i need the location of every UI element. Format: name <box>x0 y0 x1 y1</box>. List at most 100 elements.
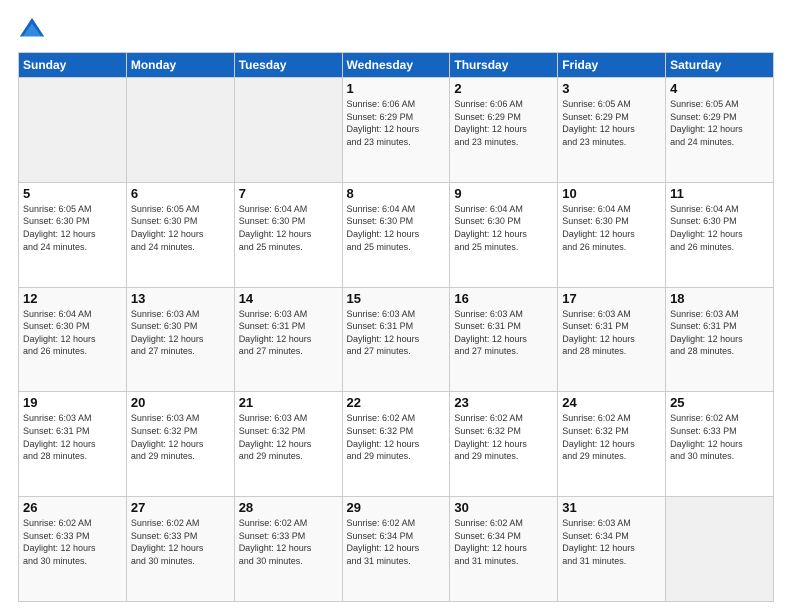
day-cell: 16 Sunrise: 6:03 AM Sunset: 6:31 PM Dayli… <box>450 287 558 392</box>
day-info: Sunrise: 6:02 AM Sunset: 6:33 PM Dayligh… <box>239 517 338 567</box>
week-row-3: 12 Sunrise: 6:04 AM Sunset: 6:30 PM Dayli… <box>19 287 774 392</box>
day-cell: 24 Sunrise: 6:02 AM Sunset: 6:32 PM Dayli… <box>558 392 666 497</box>
day-info: Sunrise: 6:03 AM Sunset: 6:31 PM Dayligh… <box>670 308 769 358</box>
day-number: 20 <box>131 395 230 410</box>
week-row-4: 19 Sunrise: 6:03 AM Sunset: 6:31 PM Dayli… <box>19 392 774 497</box>
weekday-monday: Monday <box>126 53 234 78</box>
header <box>18 16 774 44</box>
weekday-thursday: Thursday <box>450 53 558 78</box>
day-cell: 7 Sunrise: 6:04 AM Sunset: 6:30 PM Daylig… <box>234 182 342 287</box>
day-cell: 19 Sunrise: 6:03 AM Sunset: 6:31 PM Dayli… <box>19 392 127 497</box>
day-cell: 18 Sunrise: 6:03 AM Sunset: 6:31 PM Dayli… <box>666 287 774 392</box>
day-number: 29 <box>347 500 446 515</box>
day-number: 31 <box>562 500 661 515</box>
day-cell: 1 Sunrise: 6:06 AM Sunset: 6:29 PM Daylig… <box>342 78 450 183</box>
day-cell: 26 Sunrise: 6:02 AM Sunset: 6:33 PM Dayli… <box>19 497 127 602</box>
day-number: 4 <box>670 81 769 96</box>
day-info: Sunrise: 6:02 AM Sunset: 6:32 PM Dayligh… <box>562 412 661 462</box>
day-number: 17 <box>562 291 661 306</box>
calendar-table: SundayMondayTuesdayWednesdayThursdayFrid… <box>18 52 774 602</box>
day-number: 8 <box>347 186 446 201</box>
day-cell: 29 Sunrise: 6:02 AM Sunset: 6:34 PM Dayli… <box>342 497 450 602</box>
week-row-2: 5 Sunrise: 6:05 AM Sunset: 6:30 PM Daylig… <box>19 182 774 287</box>
day-number: 28 <box>239 500 338 515</box>
day-number: 9 <box>454 186 553 201</box>
day-number: 18 <box>670 291 769 306</box>
day-number: 23 <box>454 395 553 410</box>
day-number: 26 <box>23 500 122 515</box>
day-cell: 25 Sunrise: 6:02 AM Sunset: 6:33 PM Dayli… <box>666 392 774 497</box>
day-info: Sunrise: 6:04 AM Sunset: 6:30 PM Dayligh… <box>670 203 769 253</box>
day-info: Sunrise: 6:03 AM Sunset: 6:31 PM Dayligh… <box>454 308 553 358</box>
day-number: 3 <box>562 81 661 96</box>
weekday-sunday: Sunday <box>19 53 127 78</box>
day-number: 7 <box>239 186 338 201</box>
day-info: Sunrise: 6:03 AM Sunset: 6:34 PM Dayligh… <box>562 517 661 567</box>
day-info: Sunrise: 6:03 AM Sunset: 6:30 PM Dayligh… <box>131 308 230 358</box>
page: SundayMondayTuesdayWednesdayThursdayFrid… <box>0 0 792 612</box>
day-cell: 8Sunrise: 6:04 AM Sunset: 6:30 PM Daylig… <box>342 182 450 287</box>
day-info: Sunrise: 6:04 AM Sunset: 6:30 PM Dayligh… <box>562 203 661 253</box>
day-number: 27 <box>131 500 230 515</box>
day-info: Sunrise: 6:03 AM Sunset: 6:31 PM Dayligh… <box>347 308 446 358</box>
day-number: 14 <box>239 291 338 306</box>
week-row-5: 26 Sunrise: 6:02 AM Sunset: 6:33 PM Dayli… <box>19 497 774 602</box>
day-info: Sunrise: 6:02 AM Sunset: 6:32 PM Dayligh… <box>454 412 553 462</box>
day-info: Sunrise: 6:02 AM Sunset: 6:33 PM Dayligh… <box>131 517 230 567</box>
day-info: Sunrise: 6:04 AM Sunset: 6:30 PM Dayligh… <box>239 203 338 253</box>
day-cell: 14Sunrise: 6:03 AM Sunset: 6:31 PM Dayli… <box>234 287 342 392</box>
day-info: Sunrise: 6:04 AM Sunset: 6:30 PM Dayligh… <box>23 308 122 358</box>
day-cell: 4Sunrise: 6:05 AM Sunset: 6:29 PM Daylig… <box>666 78 774 183</box>
day-number: 13 <box>131 291 230 306</box>
weekday-tuesday: Tuesday <box>234 53 342 78</box>
day-number: 22 <box>347 395 446 410</box>
day-cell: 15Sunrise: 6:03 AM Sunset: 6:31 PM Dayli… <box>342 287 450 392</box>
day-cell: 31 Sunrise: 6:03 AM Sunset: 6:34 PM Dayli… <box>558 497 666 602</box>
day-cell: 13 Sunrise: 6:03 AM Sunset: 6:30 PM Dayli… <box>126 287 234 392</box>
day-number: 16 <box>454 291 553 306</box>
day-cell: 5 Sunrise: 6:05 AM Sunset: 6:30 PM Daylig… <box>19 182 127 287</box>
day-info: Sunrise: 6:04 AM Sunset: 6:30 PM Dayligh… <box>454 203 553 253</box>
day-info: Sunrise: 6:02 AM Sunset: 6:34 PM Dayligh… <box>347 517 446 567</box>
day-number: 30 <box>454 500 553 515</box>
day-number: 12 <box>23 291 122 306</box>
week-row-1: 1 Sunrise: 6:06 AM Sunset: 6:29 PM Daylig… <box>19 78 774 183</box>
day-cell: 2Sunrise: 6:06 AM Sunset: 6:29 PM Daylig… <box>450 78 558 183</box>
day-cell <box>19 78 127 183</box>
day-number: 5 <box>23 186 122 201</box>
day-info: Sunrise: 6:06 AM Sunset: 6:29 PM Dayligh… <box>347 98 446 148</box>
day-info: Sunrise: 6:02 AM Sunset: 6:33 PM Dayligh… <box>23 517 122 567</box>
day-cell: 6Sunrise: 6:05 AM Sunset: 6:30 PM Daylig… <box>126 182 234 287</box>
day-info: Sunrise: 6:02 AM Sunset: 6:34 PM Dayligh… <box>454 517 553 567</box>
day-info: Sunrise: 6:02 AM Sunset: 6:32 PM Dayligh… <box>347 412 446 462</box>
day-number: 1 <box>347 81 446 96</box>
day-number: 19 <box>23 395 122 410</box>
day-cell <box>234 78 342 183</box>
weekday-wednesday: Wednesday <box>342 53 450 78</box>
day-number: 24 <box>562 395 661 410</box>
day-info: Sunrise: 6:05 AM Sunset: 6:29 PM Dayligh… <box>562 98 661 148</box>
day-cell <box>666 497 774 602</box>
day-cell: 30 Sunrise: 6:02 AM Sunset: 6:34 PM Dayli… <box>450 497 558 602</box>
day-info: Sunrise: 6:05 AM Sunset: 6:30 PM Dayligh… <box>23 203 122 253</box>
logo-icon <box>18 16 46 44</box>
weekday-friday: Friday <box>558 53 666 78</box>
day-info: Sunrise: 6:03 AM Sunset: 6:31 PM Dayligh… <box>562 308 661 358</box>
day-cell: 22 Sunrise: 6:02 AM Sunset: 6:32 PM Dayli… <box>342 392 450 497</box>
day-info: Sunrise: 6:03 AM Sunset: 6:31 PM Dayligh… <box>23 412 122 462</box>
logo <box>18 16 50 44</box>
day-info: Sunrise: 6:02 AM Sunset: 6:33 PM Dayligh… <box>670 412 769 462</box>
day-cell: 17 Sunrise: 6:03 AM Sunset: 6:31 PM Dayli… <box>558 287 666 392</box>
day-cell: 23 Sunrise: 6:02 AM Sunset: 6:32 PM Dayli… <box>450 392 558 497</box>
day-cell <box>126 78 234 183</box>
day-cell: 20 Sunrise: 6:03 AM Sunset: 6:32 PM Dayli… <box>126 392 234 497</box>
day-number: 25 <box>670 395 769 410</box>
weekday-header-row: SundayMondayTuesdayWednesdayThursdayFrid… <box>19 53 774 78</box>
day-cell: 3 Sunrise: 6:05 AM Sunset: 6:29 PM Daylig… <box>558 78 666 183</box>
day-cell: 11Sunrise: 6:04 AM Sunset: 6:30 PM Dayli… <box>666 182 774 287</box>
day-number: 10 <box>562 186 661 201</box>
day-info: Sunrise: 6:05 AM Sunset: 6:30 PM Dayligh… <box>131 203 230 253</box>
day-info: Sunrise: 6:03 AM Sunset: 6:32 PM Dayligh… <box>239 412 338 462</box>
day-info: Sunrise: 6:03 AM Sunset: 6:32 PM Dayligh… <box>131 412 230 462</box>
day-cell: 27 Sunrise: 6:02 AM Sunset: 6:33 PM Dayli… <box>126 497 234 602</box>
